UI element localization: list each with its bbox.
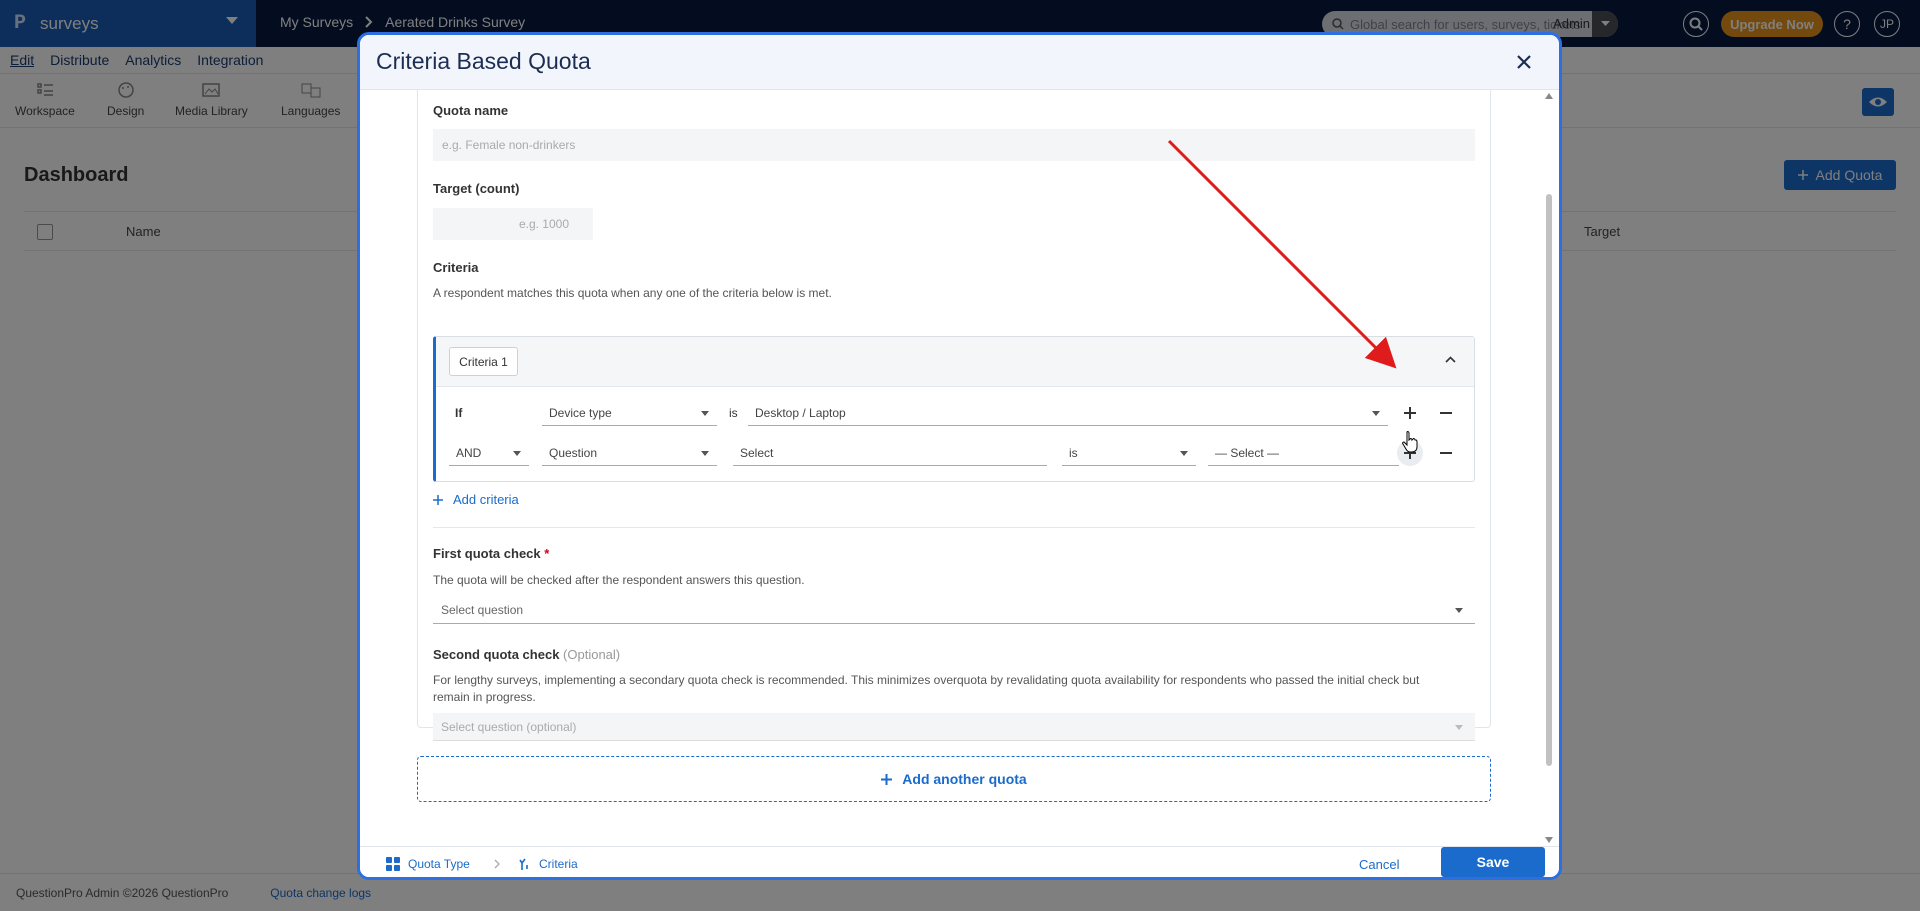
caret-down-icon (701, 411, 709, 416)
optional-marker: (Optional) (563, 647, 621, 662)
criteria-tag: Criteria 1 (449, 347, 518, 376)
plus-icon (433, 494, 443, 505)
quota-name-input[interactable]: e.g. Female non-drinkers (433, 129, 1475, 161)
add-another-quota-label: Add another quota (902, 771, 1027, 787)
scroll-up-icon (1545, 93, 1553, 99)
scroll-down-icon (1545, 837, 1553, 843)
modal-footer: Quota Type Criteria Cancel Save (360, 846, 1559, 877)
select-value: Question (549, 445, 598, 460)
branch-icon (519, 858, 528, 870)
operator-select[interactable]: is (1062, 440, 1196, 466)
criteria-group-header: Criteria 1 (436, 337, 1474, 387)
second-quota-check-label: Second quota check (Optional) (433, 647, 620, 662)
select-value: — Select — (1215, 445, 1280, 460)
first-quota-check-hint: The quota will be checked after the resp… (433, 573, 805, 587)
caret-down-icon (1455, 608, 1463, 613)
scrollbar-thumb[interactable] (1546, 194, 1552, 766)
question-select[interactable]: Select (733, 440, 1047, 466)
add-criteria-link[interactable]: Add criteria (433, 492, 519, 507)
remove-condition-button[interactable] (1433, 400, 1459, 426)
select-value: Desktop / Laptop (755, 405, 846, 420)
answer-select[interactable]: — Select — (1208, 440, 1399, 466)
caret-down-icon (513, 451, 521, 456)
criteria-hint: A respondent matches this quota when any… (433, 286, 832, 300)
operator-text: is (729, 406, 738, 420)
first-check-text: First quota check (433, 546, 541, 561)
caret-down-icon (1455, 725, 1463, 730)
select-value: AND (456, 445, 482, 460)
required-marker: * (544, 546, 550, 561)
select-value: Select (740, 445, 774, 460)
caret-down-icon (1372, 411, 1380, 416)
if-label: If (455, 406, 463, 420)
chevron-up-icon[interactable] (1445, 356, 1456, 363)
second-check-text: Second quota check (433, 647, 560, 662)
step-quota-type[interactable]: Quota Type (386, 857, 500, 871)
add-condition-button[interactable] (1397, 400, 1423, 426)
step-label: Quota Type (408, 857, 470, 871)
add-criteria-label: Add criteria (453, 492, 519, 507)
divider (433, 527, 1475, 528)
caret-down-icon (701, 451, 709, 456)
cancel-button[interactable]: Cancel (1359, 857, 1399, 872)
first-quota-check-select[interactable]: Select question (433, 596, 1475, 624)
step-label: Criteria (539, 857, 578, 871)
select-value: Select question (optional) (441, 719, 577, 734)
plus-icon (881, 773, 893, 785)
target-input[interactable]: e.g. 1000 (433, 208, 593, 240)
criteria-value-select[interactable]: Desktop / Laptop (748, 400, 1388, 426)
minus-icon (1440, 412, 1452, 414)
second-quota-check-hint-line2: remain in progress. (433, 690, 536, 704)
modal-scrollbar[interactable] (1545, 90, 1553, 846)
plus-icon (1404, 407, 1416, 419)
modal-header: Criteria Based Quota (360, 35, 1559, 90)
modal-body: Quota name e.g. Female non-drinkers Targ… (360, 90, 1559, 846)
quota-name-label: Quota name (433, 103, 509, 118)
select-value: Device type (549, 405, 612, 420)
second-quota-check-select[interactable]: Select question (optional) (433, 713, 1475, 741)
select-value: is (1069, 445, 1078, 460)
add-another-quota-button[interactable]: Add another quota (417, 756, 1491, 802)
remove-condition-button[interactable] (1433, 440, 1459, 466)
minus-icon (1440, 452, 1452, 454)
modal-title: Criteria Based Quota (376, 48, 591, 74)
save-button[interactable]: Save (1441, 847, 1545, 877)
chevron-right-icon (494, 859, 500, 869)
hand-cursor-icon (1402, 431, 1418, 453)
first-quota-check-label: First quota check * (433, 546, 549, 561)
conjunction-select[interactable]: AND (449, 440, 529, 466)
second-quota-check-hint-line1: For lengthy surveys, implementing a seco… (433, 673, 1420, 687)
criteria-field-select[interactable]: Question (542, 440, 717, 466)
criteria-label: Criteria (433, 260, 479, 275)
criteria-quota-modal: Criteria Based Quota Quota name e.g. Fem… (357, 32, 1562, 880)
step-criteria[interactable]: Criteria (519, 857, 578, 871)
target-label: Target (count) (433, 181, 520, 196)
criteria-field-select[interactable]: Device type (542, 400, 717, 426)
caret-down-icon (1180, 451, 1188, 456)
close-icon[interactable] (1517, 55, 1531, 69)
criteria-group: Criteria 1 If Device type is Desktop / L… (433, 336, 1475, 482)
select-value: Select question (441, 602, 524, 617)
grid-icon (386, 857, 400, 871)
